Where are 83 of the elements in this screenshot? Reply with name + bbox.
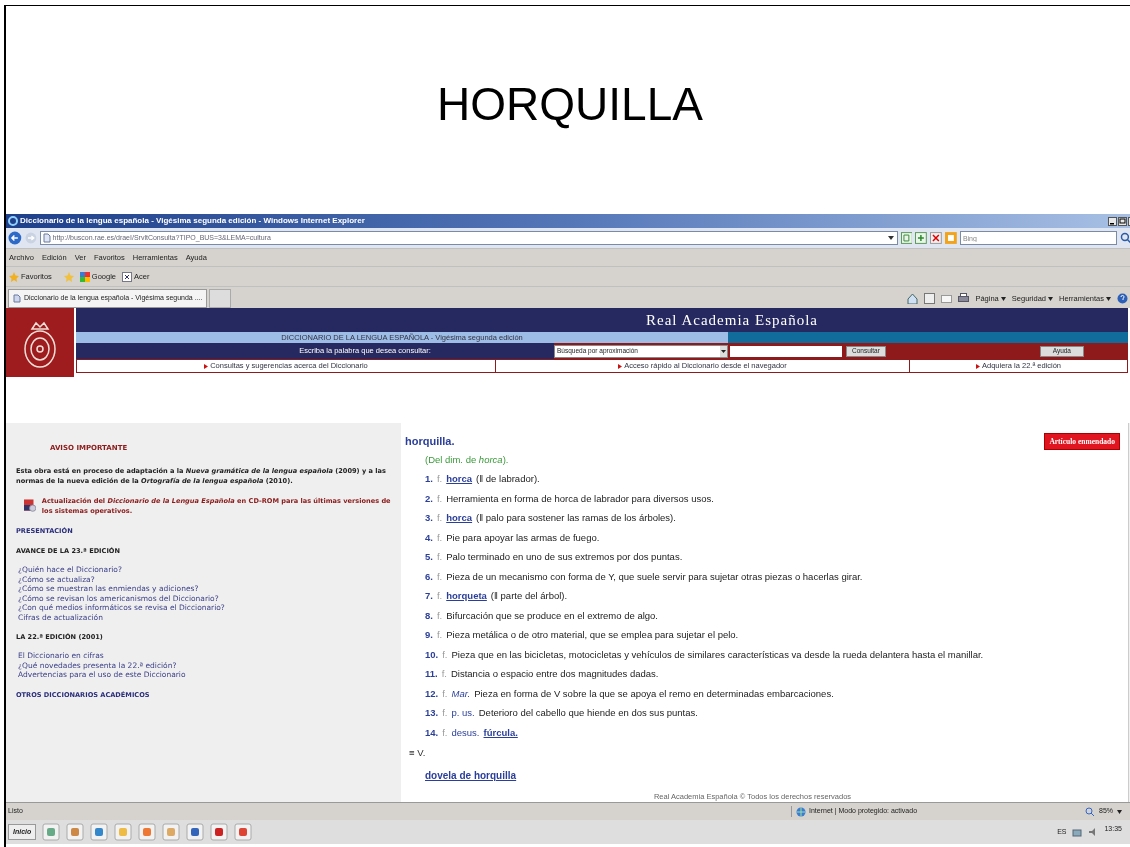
- sense-number: 1.: [425, 472, 433, 487]
- sense-number: 8.: [425, 608, 433, 623]
- dropdown-icon[interactable]: [720, 345, 727, 357]
- usage-label: desus.: [451, 725, 480, 740]
- grammar-tag: f.: [442, 725, 448, 740]
- slide-title: HORQUILLA: [437, 76, 703, 132]
- print-icon[interactable]: [958, 293, 970, 304]
- definition-text: Pieza en forma de V sobre la que se apoya el remo en determinadas embarcaciones.: [474, 686, 834, 701]
- sense-number: 5.: [425, 550, 433, 565]
- colored-squares-icon: [79, 271, 90, 282]
- browser-logo-icon[interactable]: [8, 216, 18, 226]
- definition-text: Deterioro del cabello que hiende en dos sus puntas.: [478, 706, 698, 721]
- cross-reference-link[interactable]: horca: [446, 472, 473, 487]
- definition-text: Pie para apoyar las armas de fuego.: [446, 530, 600, 545]
- zoom-icon[interactable]: [1085, 806, 1095, 817]
- sense-number: 11.: [425, 667, 438, 682]
- restore-icon[interactable]: [1118, 216, 1127, 226]
- definition-text: (‖ de labrador).: [476, 472, 540, 487]
- definition-text: Pieza metálica o de otro material, que se emplea para sujetar el pelo.: [446, 628, 739, 643]
- usage-label: Mar.: [451, 686, 471, 701]
- cross-reference-link[interactable]: fúrcula.: [483, 725, 518, 740]
- sense-number: 12.: [425, 686, 439, 701]
- dropdown-icon[interactable]: [886, 234, 895, 242]
- site-title: Real Academia Española: [646, 310, 818, 330]
- sense-number: 4.: [425, 530, 433, 545]
- cross-reference-link[interactable]: horca: [446, 511, 473, 526]
- usage-label: p. us.: [451, 706, 475, 721]
- definition-text: Herramienta en forma de horca de labrador para diversos usos.: [446, 491, 714, 506]
- search-icon[interactable]: [1120, 232, 1130, 244]
- grammar-tag: f.: [436, 589, 443, 604]
- grammar-tag: f.: [436, 628, 443, 643]
- window-title: Diccionario de la lengua española - Vigésima segunda edición - Windows Internet Explorer: [20, 215, 365, 227]
- grammar-tag: f.: [442, 686, 448, 701]
- grammar-tag: f.: [442, 647, 448, 662]
- stop-icon[interactable]: [930, 232, 943, 244]
- triangle-bullet-icon: [204, 363, 209, 369]
- search-input[interactable]: [730, 345, 842, 357]
- page-icon[interactable]: [42, 233, 51, 243]
- sense-number: 7.: [425, 589, 433, 604]
- help-icon[interactable]: [1117, 293, 1128, 304]
- grammar-tag: f.: [436, 608, 443, 623]
- definition-text: Distancia o espacio entre dos magnitudes dadas.: [450, 667, 659, 682]
- caret-icon[interactable]: [1048, 296, 1053, 301]
- definition-text: (‖ palo para sostener las ramas de los árboles).: [476, 511, 676, 526]
- sense-number: 10.: [425, 647, 439, 662]
- page-icon: [122, 271, 133, 282]
- minimize-icon[interactable]: [1108, 216, 1117, 226]
- sense-number: 14.: [425, 725, 439, 740]
- cross-reference-link[interactable]: horqueta: [446, 589, 487, 604]
- grammar-tag: f.: [436, 569, 443, 584]
- sense-number: 6.: [425, 569, 433, 584]
- home-icon[interactable]: [907, 293, 919, 304]
- grammar-tag: f.: [436, 491, 443, 506]
- definition-text: Bifurcación que se produce en el extremo de algo.: [446, 608, 658, 623]
- emblem-logo: [6, 308, 74, 377]
- page-icon: [13, 294, 21, 303]
- caret-icon[interactable]: [1117, 809, 1122, 814]
- etymology: (Del dim. de horca).: [425, 453, 510, 468]
- triangle-bullet-icon: [618, 363, 623, 369]
- caret-icon[interactable]: [1000, 296, 1006, 301]
- definition-text: (‖ parte del árbol).: [490, 589, 568, 604]
- sense-number: 3.: [425, 511, 433, 526]
- search-provider-icon[interactable]: [945, 232, 957, 244]
- grammar-tag: f.: [436, 511, 443, 526]
- sense-number: 2.: [425, 491, 433, 506]
- definition-text: Pieza que en las bicicletas, motocicletas y vehículos de similares características va desde la rueda delantera hasta el manillar.: [451, 647, 984, 662]
- compound-entry-link[interactable]: dovela de horquilla: [425, 767, 1120, 783]
- grammar-tag: f.: [441, 667, 447, 682]
- definition-text: Pieza de un mecanismo con forma de Y, que suele servir para sujetar otras piezas o hacerlas girar.: [446, 569, 863, 584]
- grammar-tag: f.: [436, 472, 443, 487]
- see-also-mark: ≡ V.: [409, 745, 427, 760]
- star-icon: [9, 271, 19, 282]
- sense-number: 13.: [425, 706, 439, 721]
- sense-number: 9.: [425, 628, 433, 643]
- back-icon[interactable]: [8, 231, 22, 245]
- headword: horquilla.: [405, 434, 455, 450]
- grammar-tag: f.: [436, 550, 443, 565]
- globe-icon: [796, 806, 806, 817]
- definition-text: Palo terminado en uno de sus extremos por dos puntas.: [446, 550, 683, 565]
- caret-icon[interactable]: [1106, 296, 1111, 301]
- triangle-bullet-icon: [975, 363, 980, 369]
- grammar-tag: f.: [436, 530, 443, 545]
- grammar-tag: f.: [442, 706, 448, 721]
